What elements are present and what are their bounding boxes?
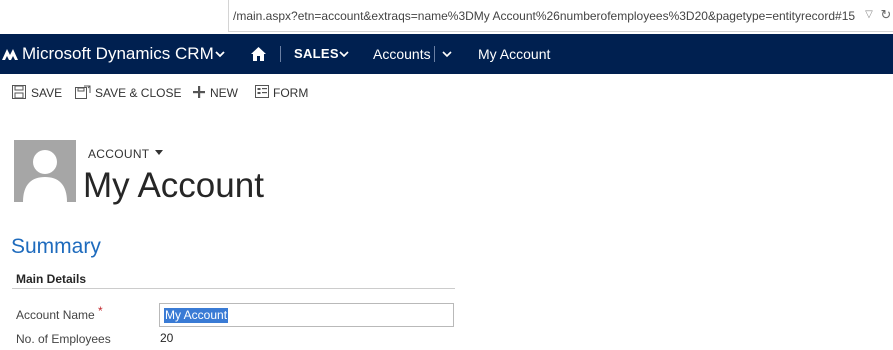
new-button[interactable]: NEW xyxy=(192,84,238,102)
form-label: FORM xyxy=(273,86,309,100)
chevron-down-icon[interactable] xyxy=(442,49,452,59)
address-bar-spacer xyxy=(0,0,228,34)
save-and-close-button[interactable]: SAVE & CLOSE xyxy=(75,84,181,102)
record-breadcrumb[interactable]: My Account xyxy=(478,34,550,74)
home-icon[interactable] xyxy=(250,46,267,62)
section-divider xyxy=(12,288,455,289)
save-close-label: SAVE & CLOSE xyxy=(95,86,182,100)
employees-label: No. of Employees xyxy=(16,332,111,346)
nav-separator xyxy=(434,46,435,62)
required-marker: * xyxy=(98,304,103,318)
new-label: NEW xyxy=(210,86,238,100)
account-name-field[interactable]: My Account xyxy=(159,303,454,327)
dynamics-logo-icon[interactable] xyxy=(2,46,18,62)
url-dropdown-icon[interactable]: ▽ xyxy=(863,8,875,22)
section-title: Summary xyxy=(11,235,101,258)
entity-type-label[interactable]: ACCOUNT xyxy=(88,147,149,161)
record-title: My Account xyxy=(83,166,264,205)
save-close-icon xyxy=(75,85,91,99)
chevron-down-icon[interactable] xyxy=(214,48,226,60)
account-name-label: Account Name xyxy=(16,308,95,322)
account-name-value[interactable]: My Account xyxy=(164,308,229,323)
save-button[interactable]: SAVE xyxy=(12,84,62,102)
save-label: SAVE xyxy=(31,86,63,100)
form-icon xyxy=(255,85,269,98)
avatar-placeholder-icon[interactable] xyxy=(14,140,76,202)
chevron-down-icon[interactable] xyxy=(339,49,349,59)
refresh-icon[interactable]: ↻ xyxy=(879,7,893,23)
command-bar: SAVE SAVE & CLOSE NEW FORM xyxy=(0,74,893,110)
nav-separator xyxy=(280,46,281,62)
form-button[interactable]: FORM xyxy=(255,84,309,102)
tab-heading: Main Details xyxy=(16,272,87,286)
employees-field[interactable]: 20 xyxy=(160,331,173,345)
plus-icon xyxy=(193,86,205,98)
app-name[interactable]: Microsoft Dynamics CRM xyxy=(22,34,214,74)
accounts-nav-link[interactable]: Accounts xyxy=(373,34,431,74)
caret-down-icon[interactable] xyxy=(155,150,163,156)
url-text[interactable]: /main.aspx?etn=account&extraqs=name%3DMy… xyxy=(233,7,861,25)
crm-window: /main.aspx?etn=account&extraqs=name%3DMy… xyxy=(0,0,893,350)
browser-address-bar: /main.aspx?etn=account&extraqs=name%3DMy… xyxy=(0,0,893,34)
url-field[interactable]: /main.aspx?etn=account&extraqs=name%3DMy… xyxy=(228,0,893,32)
sales-area-menu[interactable]: SALES xyxy=(294,34,339,74)
save-icon xyxy=(12,85,26,99)
crm-nav-bar: Microsoft Dynamics CRM SALES Accounts My… xyxy=(0,34,893,74)
